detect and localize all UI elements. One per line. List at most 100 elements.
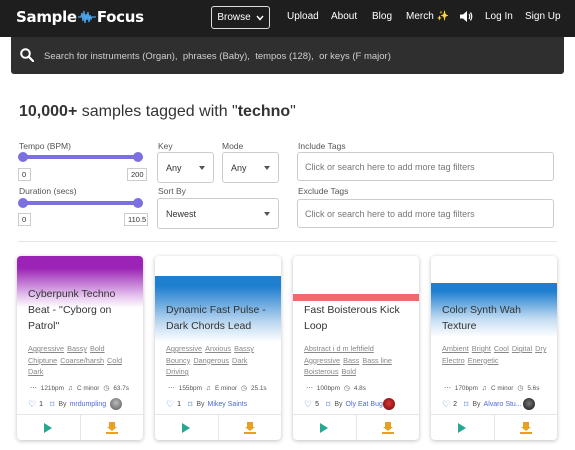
tag-link[interactable]: Digital <box>512 343 532 355</box>
search-input[interactable] <box>44 46 544 66</box>
tempo-min-value[interactable]: 0 <box>18 168 31 181</box>
bookmark-icon[interactable]: ⌑ <box>50 399 54 410</box>
include-tags-input[interactable]: Click or search here to add more tag fil… <box>297 152 554 181</box>
sample-meta: ⋯ 100bpm ◷ 4.8s <box>306 384 366 393</box>
tag-link[interactable]: Aggressive <box>304 355 340 367</box>
include-tags-label: Include Tags <box>298 141 346 151</box>
tag-link[interactable]: Dark <box>232 355 247 367</box>
tag-link[interactable]: Dry <box>535 343 546 355</box>
download-icon[interactable] <box>105 421 119 435</box>
tempo-slider-track[interactable] <box>22 155 138 159</box>
bpm: 155bpm <box>178 384 202 392</box>
tag-link[interactable]: Dangerous <box>193 355 229 367</box>
tag-link[interactable]: Bright <box>472 343 491 355</box>
tag-link[interactable]: Driving <box>166 366 189 378</box>
uploader-link[interactable]: Alvaro Stu... <box>484 401 522 408</box>
speaker-icon[interactable] <box>459 10 473 23</box>
logo[interactable]: Sample Focus <box>16 8 144 26</box>
tag-link[interactable]: Electro <box>442 355 465 367</box>
note-icon: ♫ <box>481 384 488 392</box>
tempo-min-handle[interactable] <box>18 152 28 162</box>
heart-icon[interactable]: ♡ <box>442 399 450 410</box>
sort-select[interactable]: Newest <box>157 198 279 229</box>
mode-select[interactable]: Any <box>222 152 279 183</box>
avatar[interactable] <box>383 398 395 410</box>
sample-title[interactable]: Dynamic Fast Pulse - Dark Chords Lead <box>166 302 274 334</box>
tag-link[interactable]: Cool <box>494 343 509 355</box>
by-label: By <box>472 401 481 408</box>
heart-icon[interactable]: ♡ <box>166 399 174 410</box>
nav-signup[interactable]: Sign Up <box>525 11 561 22</box>
nav-blog[interactable]: Blog <box>372 11 392 22</box>
avatar[interactable] <box>110 398 122 410</box>
tag-link[interactable]: Bass <box>343 355 359 367</box>
exclude-tags-input[interactable]: Click or search here to add more tag fil… <box>297 199 554 228</box>
tempo-max-handle[interactable] <box>133 152 143 162</box>
duration: 63.7s <box>113 384 129 392</box>
duration-slider-track[interactable] <box>22 201 138 205</box>
key-select[interactable]: Any <box>157 152 214 183</box>
sample-card[interactable]: Color Synth Wah Texture Ambient Bright Coo… <box>431 256 557 440</box>
duration-min-handle[interactable] <box>18 198 28 208</box>
mode-label: Mode <box>222 141 244 151</box>
browse-button[interactable]: Browse <box>211 6 270 29</box>
play-icon[interactable] <box>320 423 328 433</box>
uploader-link[interactable]: Oly Eat Bug <box>346 401 383 408</box>
nav-merch[interactable]: Merch ✨ <box>406 11 449 22</box>
duration-max-handle[interactable] <box>133 198 143 208</box>
tag-link[interactable]: Dark <box>28 366 43 378</box>
key: C minor <box>491 384 514 392</box>
sample-card[interactable]: Dynamic Fast Pulse - Dark Chords Lead Ag… <box>155 256 281 440</box>
note-icon: ♫ <box>205 384 212 392</box>
tag-link[interactable]: Bassy <box>234 343 254 355</box>
download-icon[interactable] <box>243 421 257 435</box>
bookmark-icon[interactable]: ⌑ <box>188 399 192 410</box>
uploader-link[interactable]: mrdumpling <box>70 401 107 408</box>
uploader-link[interactable]: Mikey Saints <box>208 401 248 408</box>
tag-link[interactable]: Aggressive <box>166 343 202 355</box>
tag-link[interactable]: Bouncy <box>166 355 190 367</box>
tag-link[interactable]: Ambient <box>442 343 469 355</box>
play-icon[interactable] <box>458 423 466 433</box>
bpm: 121bpm <box>40 384 64 392</box>
note-icon: ♫ <box>67 384 74 392</box>
tag-link[interactable]: Aggressive <box>28 343 64 355</box>
search-icon[interactable] <box>20 48 34 62</box>
tag-link[interactable]: Coarse/harsh <box>60 355 104 367</box>
bookmark-icon[interactable]: ⌑ <box>464 399 468 410</box>
tag-link[interactable]: Anxious <box>205 343 231 355</box>
sample-title[interactable]: Fast Boisterous Kick Loop <box>304 302 412 334</box>
play-icon[interactable] <box>44 423 52 433</box>
nav-upload[interactable]: Upload <box>287 11 319 22</box>
tag-link[interactable]: Bassy <box>67 343 87 355</box>
avatar[interactable] <box>523 398 535 410</box>
sample-card[interactable]: Fast Boisterous Kick Loop Abstract i d m… <box>293 256 419 440</box>
download-icon[interactable] <box>519 421 533 435</box>
download-icon[interactable] <box>381 421 395 435</box>
tag-link[interactable]: Bass line <box>362 355 392 367</box>
tag-link[interactable]: Chiptune <box>28 355 57 367</box>
duration-max-value[interactable]: 110.5 <box>124 213 148 226</box>
tag-list: Ambient Bright Cool Digital Dry Electro Energe… <box>442 343 552 366</box>
by-label: By <box>58 401 67 408</box>
sample-title[interactable]: Cyberpunk Techno Beat - ''Cyborg on Patr… <box>28 286 136 334</box>
sample-title[interactable]: Color Synth Wah Texture <box>442 302 550 334</box>
tag-link[interactable]: Bold <box>341 366 356 378</box>
heart-icon[interactable]: ♡ <box>28 399 36 410</box>
duration-min-value[interactable]: 0 <box>18 213 31 226</box>
tag-link[interactable]: Energetic <box>468 355 499 367</box>
nav-login[interactable]: Log In <box>485 11 513 22</box>
bookmark-icon[interactable]: ⌑ <box>326 399 330 410</box>
sample-card[interactable]: Cyberpunk Techno Beat - ''Cyborg on Patr… <box>17 256 143 440</box>
heart-icon[interactable]: ♡ <box>304 399 312 410</box>
duration: 25.1s <box>250 384 267 392</box>
tag-link[interactable]: Boisterous <box>304 366 338 378</box>
waveform-logo-icon <box>77 10 96 24</box>
nav-about[interactable]: About <box>331 11 357 22</box>
tag-link[interactable]: Abstract i d m leftfield <box>304 343 374 355</box>
play-icon[interactable] <box>182 423 190 433</box>
tag-link[interactable]: Bold <box>90 343 105 355</box>
tag-link[interactable]: Cold <box>107 355 122 367</box>
clock-icon: ◷ <box>241 385 247 392</box>
tempo-max-value[interactable]: 200 <box>127 168 147 181</box>
